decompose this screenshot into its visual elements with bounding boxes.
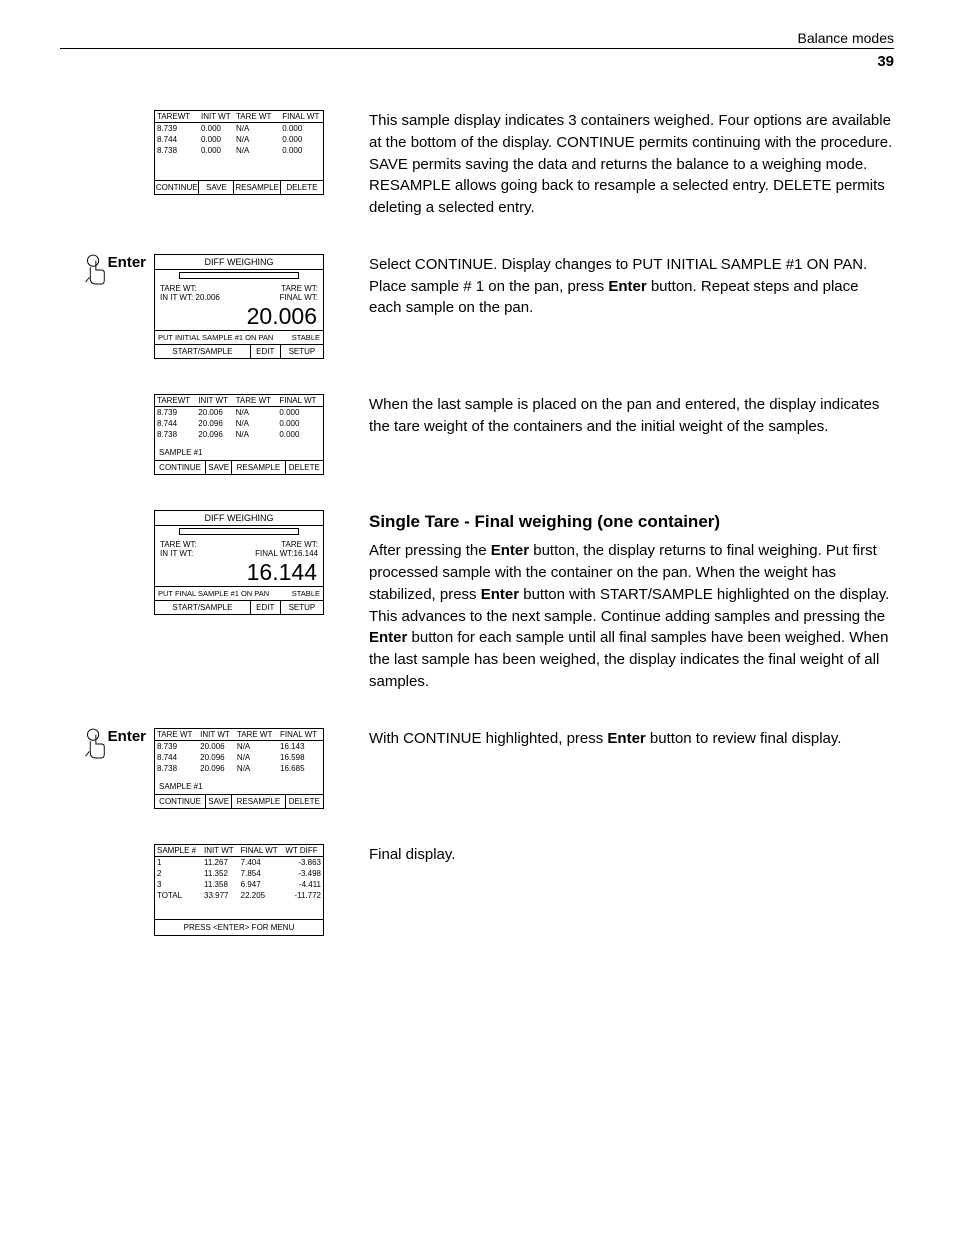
- lcd-display-5: TARE WTINIT WTTARE WTFINAL WT 8.73920.00…: [154, 728, 324, 809]
- enter-prompt: Enter: [80, 728, 146, 809]
- block-3: TAREWTINIT WTTARE WTFINAL WT 8.73920.006…: [60, 394, 894, 475]
- progress-bar: [179, 272, 299, 279]
- hand-press-icon: [80, 254, 108, 286]
- block-1: TAREWTINIT WTTARE WTFINAL WT 8.7390.000N…: [60, 110, 894, 219]
- hand-press-icon: [80, 728, 108, 760]
- body-text-6: Final display.: [344, 844, 894, 936]
- body-text-1: This sample display indicates 3 containe…: [344, 110, 894, 219]
- save-button: SAVE: [199, 181, 234, 195]
- lcd-display-2: DIFF WEIGHING TARE WT:TARE WT: IN IT WT:…: [154, 254, 324, 359]
- footer-prompt: PRESS <ENTER> FOR MENU: [155, 919, 323, 935]
- lcd-display-6: SAMPLE #INIT WTFINAL WTWT DIFF 111.2677.…: [154, 844, 324, 936]
- body-text-4: Single Tare - Final weighing (one contai…: [344, 510, 894, 693]
- weight-reading: 16.144: [155, 561, 323, 586]
- body-text-5: With CONTINUE highlighted, press Enter b…: [344, 728, 894, 809]
- body-text-2: Select CONTINUE. Display changes to PUT …: [344, 254, 894, 359]
- lcd-display-4: DIFF WEIGHING TARE WT:TARE WT: IN IT WT:…: [154, 510, 324, 615]
- section-heading: Single Tare - Final weighing (one contai…: [369, 510, 894, 535]
- block-6: SAMPLE #INIT WTFINAL WTWT DIFF 111.2677.…: [60, 844, 894, 936]
- resample-button: RESAMPLE: [234, 181, 280, 195]
- body-text-3: When the last sample is placed on the pa…: [344, 394, 894, 475]
- enter-prompt: Enter: [80, 254, 146, 359]
- lcd-display-1: TAREWTINIT WTTARE WTFINAL WT 8.7390.000N…: [154, 110, 324, 195]
- block-2: Enter DIFF WEIGHING TARE WT:TARE WT: IN …: [60, 254, 894, 359]
- weight-reading: 20.006: [155, 305, 323, 330]
- lcd-display-3: TAREWTINIT WTTARE WTFINAL WT 8.73920.006…: [154, 394, 324, 475]
- page-number: 39: [60, 53, 894, 70]
- enter-label: Enter: [108, 254, 146, 271]
- continue-button: CONTINUE: [155, 181, 199, 195]
- block-4: DIFF WEIGHING TARE WT:TARE WT: IN IT WT:…: [60, 510, 894, 693]
- delete-button: DELETE: [280, 181, 323, 195]
- enter-label: Enter: [108, 728, 146, 745]
- manual-page: Balance modes 39 TAREWTINIT WTTARE WTFIN…: [0, 0, 954, 1031]
- header-section: Balance modes: [60, 30, 894, 49]
- block-5: Enter TARE WTINIT WTTARE WTFINAL WT 8.73…: [60, 728, 894, 809]
